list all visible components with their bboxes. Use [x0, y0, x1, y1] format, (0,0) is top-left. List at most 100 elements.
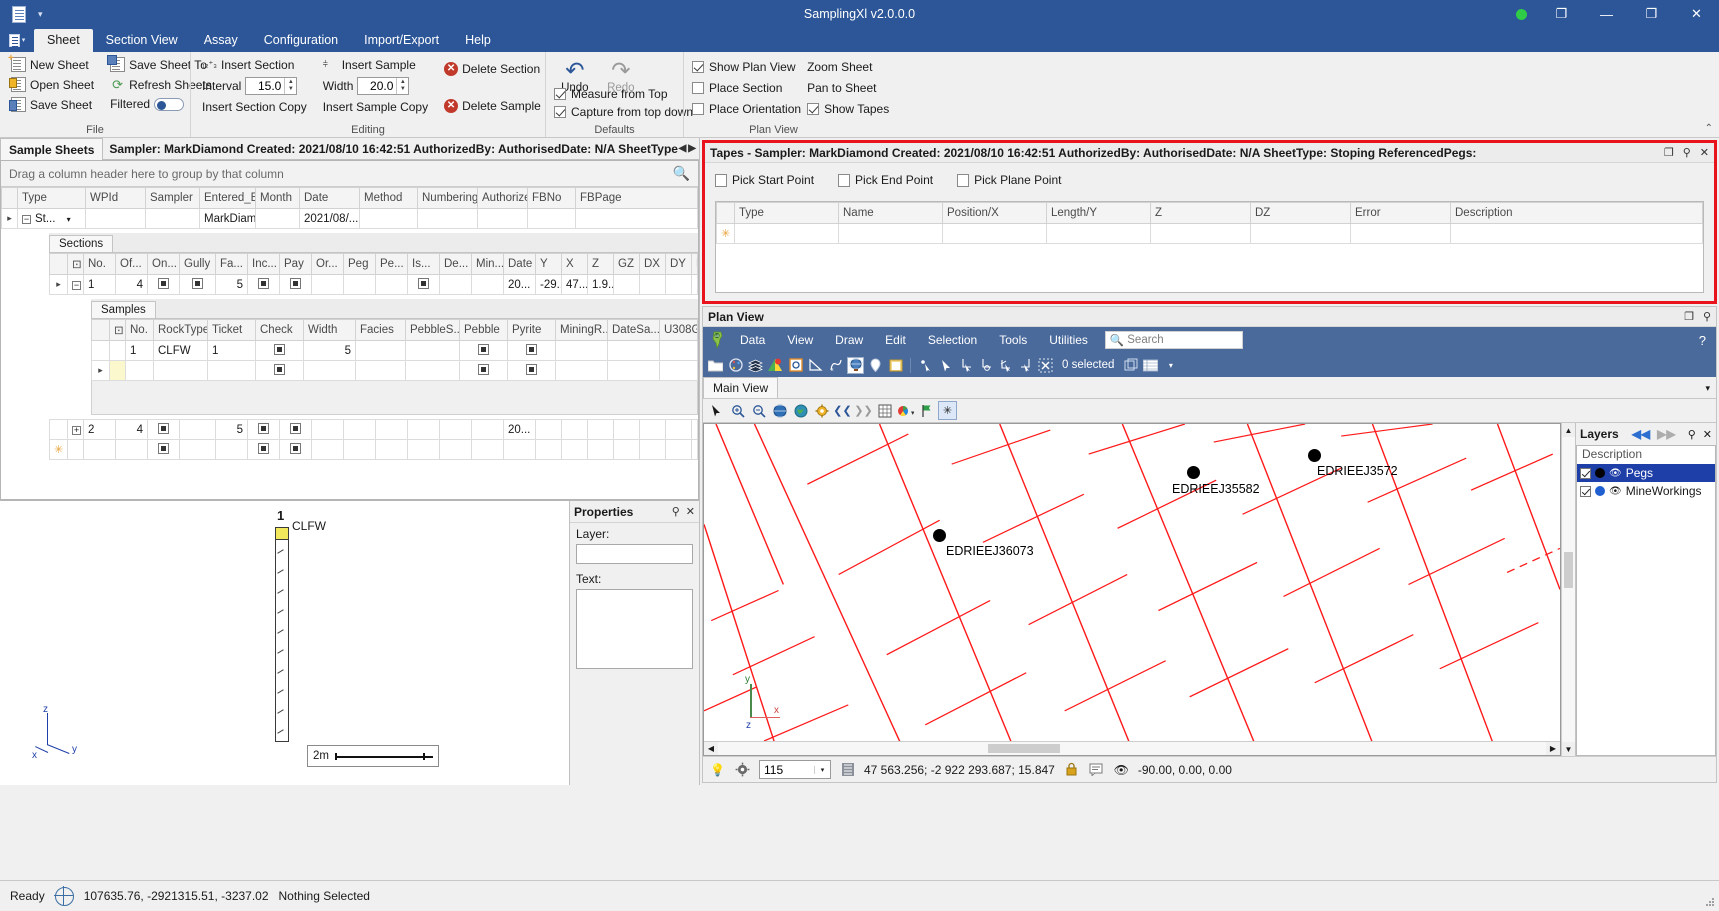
cell-fbno[interactable]	[528, 209, 576, 229]
tape-start-marker[interactable]	[275, 527, 289, 540]
samples-cell-u308[interactable]	[660, 361, 698, 381]
sections-cell-gully[interactable]	[180, 420, 216, 440]
insert-sample-copy-button[interactable]: Insert Sample Copy	[320, 99, 431, 115]
view-tab-caret-icon[interactable]: ▾	[1699, 379, 1716, 398]
vertical-scrollbar[interactable]: ▲ ▼	[1561, 423, 1575, 756]
filtered-toggle[interactable]	[154, 98, 184, 111]
sections-col-pay[interactable]: Pay	[280, 254, 312, 275]
app-icon[interactable]	[6, 3, 32, 25]
ribbon-collapse-icon[interactable]: ⌃	[1705, 123, 1713, 134]
search-icon[interactable]: 🔍	[673, 165, 690, 182]
sections-cell-de[interactable]	[440, 440, 472, 460]
sections-cell-gully[interactable]	[180, 440, 216, 460]
samples-cell-pebble[interactable]	[460, 341, 508, 361]
sections-cell-of[interactable]: 4	[116, 420, 148, 440]
peg-marker[interactable]	[933, 529, 946, 542]
forward-icon[interactable]: ❯❯	[854, 401, 873, 420]
tapes-cell-type[interactable]	[735, 224, 839, 244]
copy-selection-icon[interactable]	[1122, 357, 1139, 374]
checkbox-icon[interactable]	[274, 344, 285, 355]
tapes-cell-z[interactable]	[1151, 224, 1251, 244]
tab-scroll-next-icon[interactable]: ▶	[688, 143, 696, 154]
layer-visibility-checkbox[interactable]	[1580, 468, 1591, 479]
sections-cell-y[interactable]: -29...	[536, 275, 562, 295]
cell-type[interactable]: −St... ▾	[18, 209, 86, 229]
tab-assay[interactable]: Assay	[191, 29, 251, 52]
samples-cell-rocktype[interactable]	[154, 361, 208, 381]
sections-cell-dx[interactable]	[640, 440, 666, 460]
sections-cell-de[interactable]	[440, 420, 472, 440]
samples-cell-rocktype[interactable]: CLFW	[154, 341, 208, 361]
sections-col-or[interactable]: Or...	[312, 254, 344, 275]
pv-menu-view[interactable]: View	[776, 330, 824, 350]
sections-col-dx[interactable]: DX	[640, 254, 666, 275]
globe-icon[interactable]	[847, 357, 864, 374]
pin-icon[interactable]: ⚲	[1688, 428, 1696, 441]
sections-cell-pay[interactable]	[280, 440, 312, 460]
sections-cell-pe[interactable]	[376, 420, 408, 440]
cell-authorize[interactable]	[478, 209, 528, 229]
eye-icon[interactable]: 👁	[1609, 486, 1622, 497]
lock-icon[interactable]	[1063, 761, 1080, 778]
samples-cell-datesa[interactable]	[608, 361, 660, 381]
checkbox-icon[interactable]	[192, 278, 203, 289]
samples-col-pebble[interactable]: Pebble	[460, 320, 508, 341]
tab-main-view[interactable]: Main View	[703, 377, 778, 398]
sections-col-fa[interactable]: Fa...	[216, 254, 248, 275]
quick-access-caret-icon[interactable]: ▾	[38, 9, 43, 20]
samples-col-rocktype[interactable]: RockType	[154, 320, 208, 341]
sections-cell-of[interactable]: 4	[116, 275, 148, 295]
grid-icon[interactable]	[875, 401, 894, 420]
sections-cell-expander[interactable]	[68, 440, 84, 460]
pin-icon[interactable]	[867, 357, 884, 374]
application-menu-button[interactable]: ▾	[0, 28, 34, 52]
layer-input[interactable]	[576, 544, 693, 564]
samples-col-datesa[interactable]: DateSa...	[608, 320, 660, 341]
pv-menu-draw[interactable]: Draw	[824, 330, 874, 350]
text-input[interactable]	[576, 589, 693, 669]
sections-cell-or[interactable]	[312, 420, 344, 440]
samples-cell-facies[interactable]	[356, 341, 406, 361]
checkbox-icon[interactable]	[274, 364, 285, 375]
tapes-grid[interactable]: Type Name Position/X Length/Y Z DZ Error…	[715, 201, 1704, 293]
pv-menu-selection[interactable]: Selection	[917, 330, 988, 350]
sections-cell-z[interactable]: 1.9...	[588, 275, 614, 295]
layers-column-header[interactable]: Description	[1576, 445, 1716, 463]
tapes-col-z[interactable]: Z	[1151, 203, 1251, 224]
pan-to-sheet-button[interactable]: Pan to Sheet	[807, 79, 889, 97]
samples-cell-pyrite[interactable]	[508, 341, 556, 361]
triangle-ruler-icon[interactable]	[807, 357, 824, 374]
zoom-value[interactable]	[760, 763, 814, 777]
samples-col-pebbles[interactable]: PebbleS...	[406, 320, 460, 341]
sections-cell-peg[interactable]	[344, 275, 376, 295]
tab-sample-sheets[interactable]: Sample Sheets	[0, 138, 103, 160]
place-section-checkbox[interactable]: Place Section	[692, 79, 801, 97]
rewind-icon[interactable]: ❮❮	[833, 401, 852, 420]
boundary-icon[interactable]	[787, 357, 804, 374]
sections-cell-or[interactable]	[312, 275, 344, 295]
checkbox-icon[interactable]	[526, 344, 537, 355]
clear-selection-icon[interactable]	[1037, 357, 1054, 374]
folder-icon[interactable]	[707, 357, 724, 374]
sections-col-peg[interactable]: Peg	[344, 254, 376, 275]
cell-fbpage[interactable]	[576, 209, 698, 229]
sections-col-is[interactable]: Is...	[408, 254, 440, 275]
sections-cell-on[interactable]	[148, 440, 180, 460]
insert-section-button[interactable]: ₁₂⁺₃ Insert Section	[199, 56, 310, 73]
samples-cell-ticket[interactable]	[208, 361, 256, 381]
samples-cell-pebbles[interactable]	[406, 361, 460, 381]
point-select-icon[interactable]	[917, 357, 934, 374]
cell-type-caret-icon[interactable]: ▾	[67, 215, 71, 224]
sections-col-gully[interactable]: Gully	[180, 254, 216, 275]
sections-col-pe[interactable]: Pe...	[376, 254, 408, 275]
col-method[interactable]: Method	[360, 188, 418, 209]
checkbox-icon[interactable]	[158, 278, 169, 289]
restore-down-button[interactable]: ❐	[1539, 0, 1584, 28]
sections-cell-gully[interactable]	[180, 275, 216, 295]
samples-cell-width[interactable]: 5	[304, 341, 356, 361]
sections-cell-pay[interactable]	[280, 275, 312, 295]
col-entered-by[interactable]: Entered_By	[200, 188, 256, 209]
cell-wpid[interactable]	[86, 209, 146, 229]
measure-from-top-checkbox[interactable]: Measure from Top	[554, 85, 675, 103]
sections-col-gz[interactable]: GZ	[614, 254, 640, 275]
